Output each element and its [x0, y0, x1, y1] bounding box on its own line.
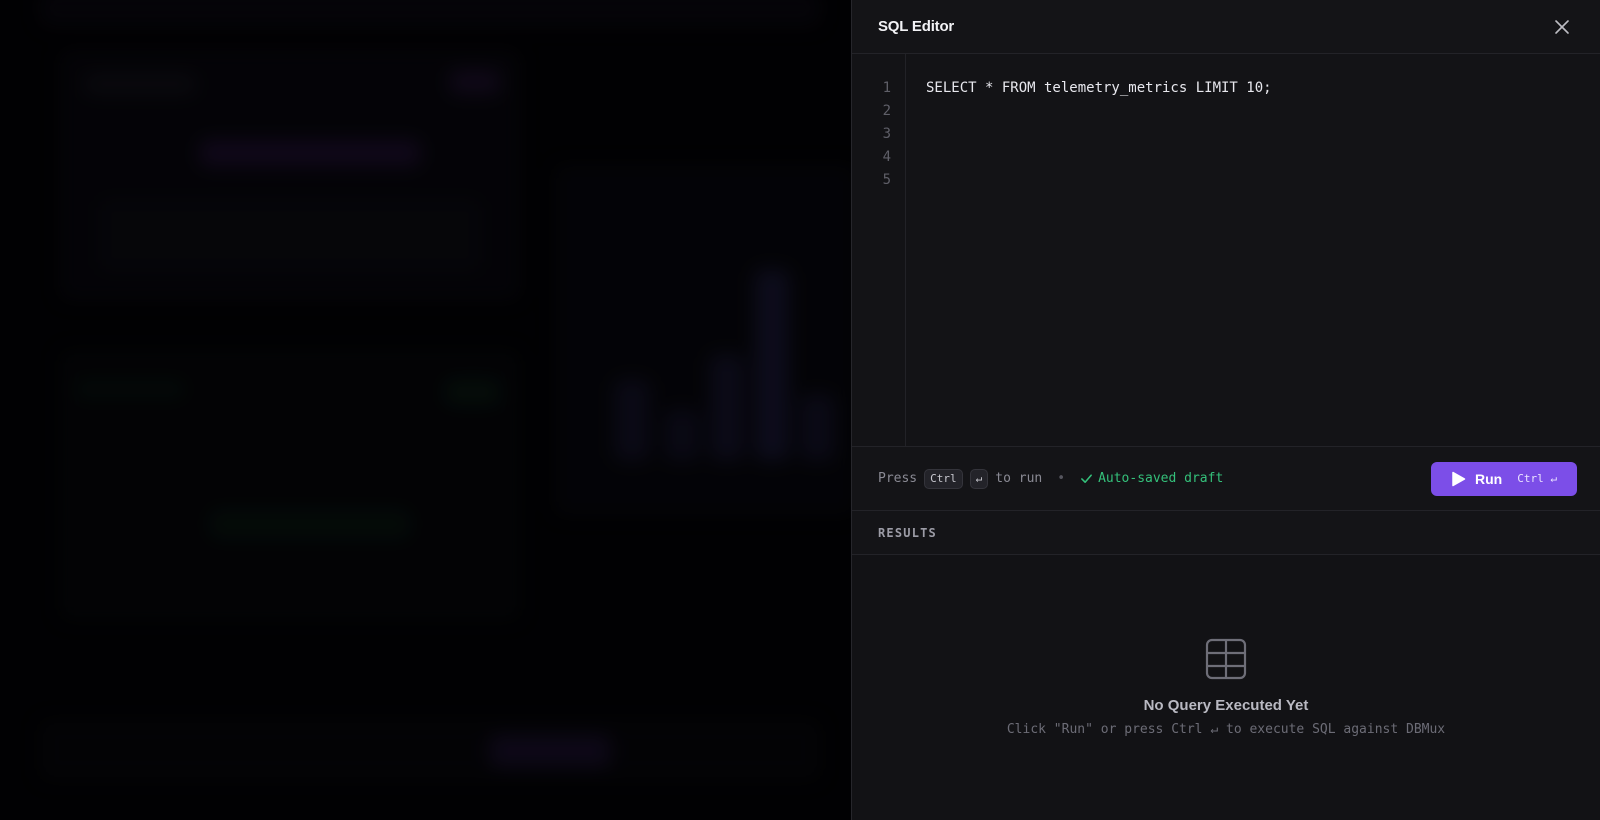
empty-state-subtitle: Click "Run" or press Ctrl ↵ to execute S… [1006, 722, 1446, 737]
close-icon [1555, 19, 1569, 34]
sql-editor-panel: SQL Editor 1 2 3 4 5 SELECT * FROM telem… [851, 0, 1600, 820]
sql-code-editor[interactable]: 1 2 3 4 5 SELECT * FROM telemetry_metric… [852, 54, 1600, 447]
line-number: 3 [882, 126, 891, 142]
results-empty-state: No Query Executed Yet Click "Run" or pre… [852, 555, 1600, 820]
table-icon [1205, 638, 1247, 680]
code-line[interactable] [926, 123, 1600, 146]
code-line[interactable] [926, 169, 1600, 192]
play-icon [1452, 471, 1466, 486]
press-text: Press [878, 471, 918, 486]
autosave-text: Auto-saved draft [1098, 471, 1224, 486]
run-button[interactable]: Run Ctrl ↵ [1431, 461, 1577, 496]
separator-dot: • [1057, 471, 1066, 486]
blurred-dashboard-backdrop [0, 0, 851, 820]
to-run-text: to run [995, 471, 1043, 486]
run-label: Run [1475, 470, 1503, 487]
run-shortcut: Ctrl ↵ [1517, 472, 1557, 485]
run-shortcut-hint: Press Ctrl ↵ to run • Auto-saved draft [878, 468, 1223, 489]
code-area[interactable]: SELECT * FROM telemetry_metrics LIMIT 10… [906, 54, 1600, 446]
panel-header: SQL Editor [852, 0, 1600, 54]
line-number: 4 [882, 149, 891, 165]
code-line[interactable] [926, 146, 1600, 169]
line-number-gutter: 1 2 3 4 5 [852, 54, 906, 446]
empty-state-title: No Query Executed Yet [1143, 697, 1309, 714]
editor-toolbar: Press Ctrl ↵ to run • Auto-saved draft R… [852, 447, 1600, 511]
panel-title: SQL Editor [878, 18, 955, 35]
code-line[interactable]: SELECT * FROM telemetry_metrics LIMIT 10… [926, 77, 1600, 100]
kbd-enter: ↵ [969, 468, 989, 489]
results-title: RESULTS [878, 525, 937, 540]
line-number: 2 [882, 103, 891, 119]
backdrop-dim-overlay [0, 0, 851, 820]
autosave-status: Auto-saved draft [1080, 471, 1223, 486]
results-header: RESULTS [852, 511, 1600, 555]
close-button[interactable] [1550, 15, 1574, 39]
code-line[interactable] [926, 100, 1600, 123]
line-number: 1 [882, 80, 891, 96]
check-icon [1081, 474, 1092, 484]
line-number: 5 [882, 172, 891, 188]
kbd-ctrl: Ctrl [924, 468, 963, 489]
